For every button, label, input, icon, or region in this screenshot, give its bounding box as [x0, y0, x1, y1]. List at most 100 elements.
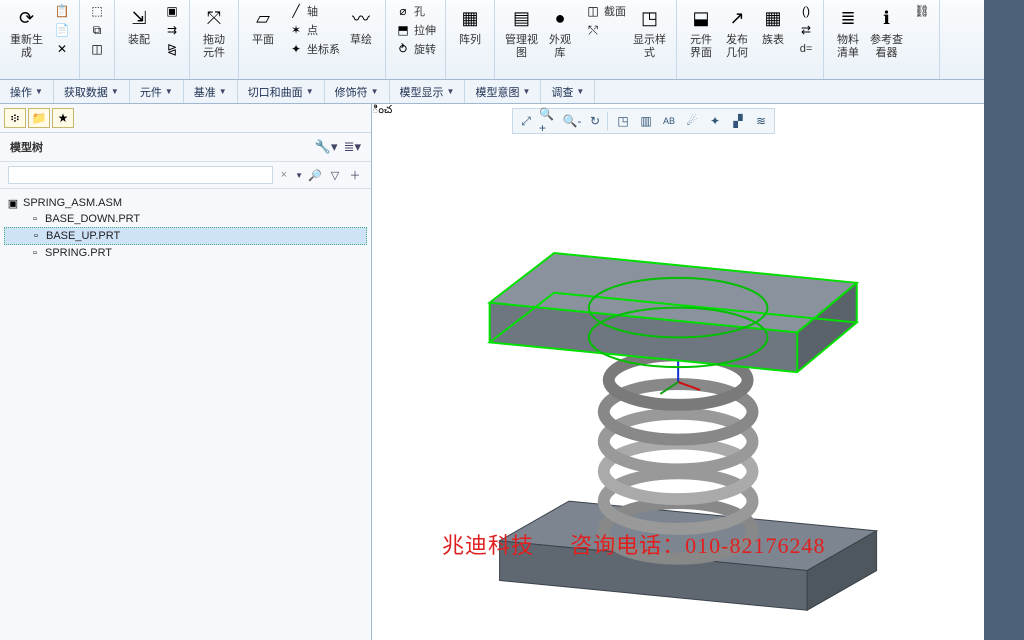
repeat-button[interactable]: ⇉	[161, 21, 183, 39]
assemble-icon: ⇲	[125, 4, 153, 32]
create-button[interactable]: ▣	[161, 2, 183, 20]
delete-button[interactable]: ✕	[51, 40, 73, 58]
model-tree-panel: ፨ 📁 ★ 模型树 🔧▾ ≣▾ × ▼ 🔎 ▽ ＋ ▣ SPRING_ASM.A…	[0, 104, 372, 640]
tree-item-spring[interactable]: ▫ SPRING.PRT	[4, 245, 367, 261]
create-icon: ▣	[164, 3, 180, 19]
tree-settings-button[interactable]: 🔧▾	[315, 139, 338, 155]
add-filter-button[interactable]: ＋	[347, 167, 363, 183]
right-docked-strip	[984, 0, 1024, 640]
params-button[interactable]: d=	[795, 40, 817, 58]
display-style-button[interactable]: ◳ 显示样式	[629, 2, 670, 62]
appearance-button[interactable]: ● 外观库	[542, 2, 578, 62]
tree-item-base-up[interactable]: ▫ BASE_UP.PRT	[4, 227, 367, 245]
view-manager-button[interactable]: ▤ 管理视图	[501, 2, 542, 62]
drag-component-button[interactable]: ⤧ 拖动元件	[196, 2, 232, 62]
base-up-geometry	[490, 253, 857, 372]
tab-modifier[interactable]: 修饰符▼	[325, 80, 390, 103]
tree-item-base-down[interactable]: ▫ BASE_DOWN.PRT	[4, 211, 367, 227]
sidebar-tab-tree[interactable]: ፨	[4, 108, 26, 128]
dispstyle-icon: ◳	[636, 4, 664, 32]
saved-views-button[interactable]: ▥	[635, 111, 657, 131]
axis-button[interactable]: ╱轴	[285, 2, 343, 20]
tab-investigate[interactable]: 调查▼	[541, 80, 595, 103]
display-style-menu[interactable]: ◳	[612, 111, 634, 131]
graphics-area[interactable]: ించ ⤢ 🔍+ 🔍- ↻ ◳ ▥ AB ☄ ✦ ▞ ≋	[372, 104, 1024, 640]
component-interface-button[interactable]: ⬓ 元件界面	[683, 2, 719, 62]
params-icon: d=	[798, 41, 814, 57]
3d-viewport[interactable]	[372, 134, 1024, 640]
mirror-icon: ⧎	[164, 41, 180, 57]
tab-cut-surface[interactable]: 切口和曲面▼	[238, 80, 325, 103]
shrinkwrap-button[interactable]: ◫	[86, 40, 108, 58]
sidebar-tab-folder[interactable]: 📁	[28, 108, 50, 128]
chain-button[interactable]: ⛓	[911, 2, 933, 20]
mirror-comp-button[interactable]: ⧎	[161, 40, 183, 58]
family-icon: ▦	[759, 4, 787, 32]
tab-operations[interactable]: 操作▼	[0, 80, 54, 103]
dropdown-icon: ▼	[371, 87, 379, 96]
tab-model-display[interactable]: 模型显示▼	[390, 80, 466, 103]
part-icon: ▫	[28, 246, 42, 260]
copy-geom-button[interactable]: ⧉	[86, 21, 108, 39]
part-icon: ▫	[28, 212, 42, 226]
family-table-button[interactable]: ▦ 族表	[755, 2, 791, 62]
separator	[607, 111, 611, 131]
tree-search-input[interactable]	[8, 166, 273, 184]
publish-geom-button[interactable]: ↗ 发布几何	[719, 2, 755, 62]
dropdown-icon: ▼	[306, 87, 314, 96]
explode-button[interactable]: ⤲	[582, 21, 629, 39]
switch-dims-button[interactable]: ⇄	[795, 21, 817, 39]
dropdown-icon: ▼	[111, 87, 119, 96]
model-tree-title: 模型树	[10, 139, 43, 155]
zoom-out-button[interactable]: 🔍-	[561, 111, 583, 131]
sketch-button[interactable]: 〰 草绘	[343, 2, 379, 58]
clear-search-button[interactable]: ×	[277, 169, 291, 181]
model-render	[372, 134, 1024, 640]
filter-button[interactable]: ▽	[327, 167, 343, 183]
pattern-button[interactable]: ▦ 阵列	[452, 2, 488, 49]
copy-button[interactable]: 📋	[51, 2, 73, 20]
model-tree: ▣ SPRING_ASM.ASM ▫ BASE_DOWN.PRT ▫ BASE_…	[0, 189, 371, 267]
section-button[interactable]: ◫截面	[582, 2, 629, 20]
shrinkwrap-icon: ◫	[89, 41, 105, 57]
perspective-button[interactable]: ▞	[727, 111, 749, 131]
refview-icon: ℹ	[873, 4, 901, 32]
repaint-button[interactable]: ↻	[584, 111, 606, 131]
plane-icon: ▱	[249, 4, 277, 32]
compui-icon: ⬓	[687, 4, 715, 32]
find-button[interactable]: 🔎	[307, 167, 323, 183]
revolve-button[interactable]: ⥁旋转	[392, 40, 439, 58]
datum-display-button[interactable]: ☄	[681, 111, 703, 131]
spin-center-button[interactable]: ✦	[704, 111, 726, 131]
tab-datum[interactable]: 基准▼	[184, 80, 238, 103]
regenerate-button[interactable]: ⟳ 重新生成	[6, 2, 47, 62]
workspace: ፨ 📁 ★ 模型树 🔧▾ ≣▾ × ▼ 🔎 ▽ ＋ ▣ SPRING_ASM.A…	[0, 104, 1024, 640]
paste-button[interactable]: 📄	[51, 21, 73, 39]
hole-button[interactable]: ⌀孔	[392, 2, 439, 20]
user-def-button[interactable]: ⬚	[86, 2, 108, 20]
pattern-icon: ▦	[456, 4, 484, 32]
annotation-display-button[interactable]: AB	[658, 111, 680, 131]
point-button[interactable]: ✶点	[285, 21, 343, 39]
bom-button[interactable]: ≣ 物料清单	[830, 2, 866, 62]
tree-display-button[interactable]: ≣▾	[344, 139, 361, 155]
plane-button[interactable]: ▱ 平面	[245, 2, 281, 58]
csys-button[interactable]: ✦坐标系	[285, 40, 343, 58]
refit-button[interactable]: ⤢	[515, 111, 537, 131]
dropdown-icon: ▼	[576, 87, 584, 96]
extrude-button[interactable]: ⬒拉伸	[392, 21, 439, 39]
search-dropdown-icon: ▼	[295, 171, 303, 180]
tab-model-intent[interactable]: 模型意图▼	[465, 80, 541, 103]
relations-button[interactable]: ()	[795, 2, 817, 20]
section-icon: ◫	[585, 3, 601, 19]
tab-get-data[interactable]: 获取数据▼	[54, 80, 130, 103]
ref-viewer-button[interactable]: ℹ 参考查看器	[866, 2, 907, 62]
sidebar-tab-favorites[interactable]: ★	[52, 108, 74, 128]
zoom-in-button[interactable]: 🔍+	[538, 111, 560, 131]
assemble-button[interactable]: ⇲ 装配	[121, 2, 157, 58]
layers-button[interactable]: ≋	[750, 111, 772, 131]
tree-root[interactable]: ▣ SPRING_ASM.ASM	[4, 195, 367, 211]
tab-component[interactable]: 元件▼	[130, 80, 184, 103]
pubgeom-icon: ↗	[723, 4, 751, 32]
delete-icon: ✕	[54, 41, 70, 57]
